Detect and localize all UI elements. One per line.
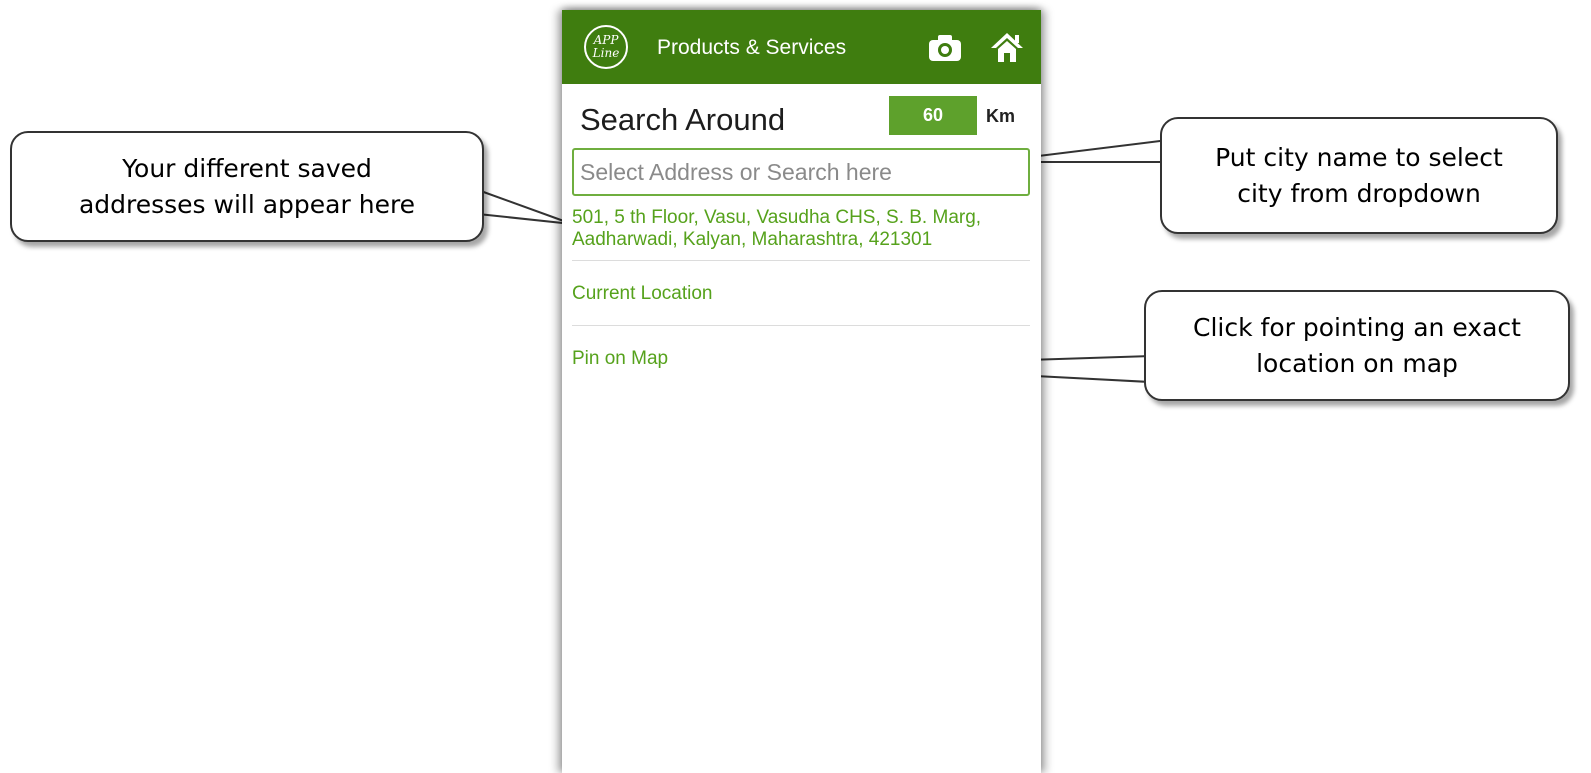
current-location-option[interactable]: Current Location <box>572 283 1030 305</box>
camera-icon <box>929 35 961 61</box>
phone-screen: APP Line Products & Services Search Arou… <box>562 10 1041 773</box>
divider <box>572 325 1030 326</box>
saved-address-option[interactable]: 501, 5 th Floor, Vasu, Vasudha CHS, S. B… <box>572 207 1030 251</box>
app-bar: APP Line Products & Services <box>562 10 1041 84</box>
pin-on-map-option[interactable]: Pin on Map <box>572 348 1030 370</box>
logo-line-2: Line <box>592 46 620 60</box>
camera-button[interactable] <box>928 34 962 62</box>
radius-value[interactable]: 60 <box>889 96 977 135</box>
home-icon <box>991 33 1023 62</box>
divider <box>572 260 1030 261</box>
app-title: Products & Services <box>657 36 847 59</box>
address-search-input[interactable] <box>572 148 1030 196</box>
annotated-screenshot: APP Line Products & Services Search Arou… <box>0 0 1591 773</box>
callout-saved-addresses-text: Your different saved addresses will appe… <box>78 153 416 219</box>
callout-saved-addresses: Your different saved addresses will appe… <box>10 131 484 242</box>
callout-city-search: Put city name to select city from dropdo… <box>1160 117 1558 234</box>
radius-unit: Km <box>986 106 1016 126</box>
app-logo[interactable]: APP Line <box>584 25 628 69</box>
search-around-label: Search Around <box>580 102 786 137</box>
home-button[interactable] <box>990 31 1024 63</box>
callout-pin-map: Click for pointing an exact location on … <box>1144 290 1570 401</box>
pointer-saved-addresses <box>477 189 573 225</box>
callout-city-search-text: Put city name to select city from dropdo… <box>1215 142 1503 208</box>
callout-pin-map-text: Click for pointing an exact location on … <box>1193 312 1521 378</box>
